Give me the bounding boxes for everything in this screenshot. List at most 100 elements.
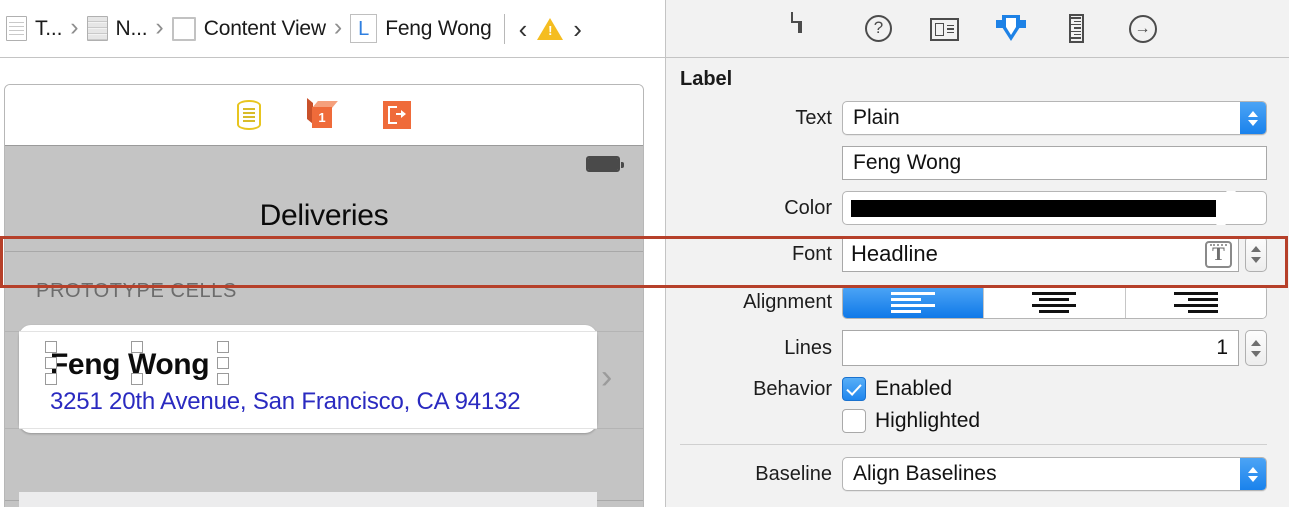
chevron-updown-icon[interactable] — [1216, 190, 1236, 225]
back-button[interactable]: ‹ — [515, 16, 532, 42]
view-square-icon — [171, 16, 196, 41]
row-color: Color — [666, 190, 1289, 225]
section-divider — [680, 444, 1267, 445]
selection-handle[interactable] — [217, 373, 229, 385]
align-left-icon — [891, 291, 936, 313]
first-responder-badge: 1 — [312, 107, 332, 128]
cell-title-label[interactable]: Feng Wong — [50, 348, 210, 382]
color-swatch[interactable] — [851, 199, 1216, 217]
battery-icon — [586, 156, 624, 172]
lines-label: Lines — [784, 336, 832, 359]
prototype-cell[interactable]: Feng Wong 3251 20th Avenue, San Francisc… — [19, 325, 597, 433]
text-type-value: Plain — [853, 106, 900, 129]
font-label: Font — [791, 242, 832, 265]
align-center-icon — [1032, 291, 1077, 313]
font-value: Headline — [851, 241, 938, 266]
breadcrumb-item-storyboard-file[interactable]: T... — [4, 16, 64, 41]
font-stepper[interactable] — [1245, 236, 1267, 272]
size-inspector-icon[interactable] — [1062, 13, 1092, 44]
font-input[interactable]: Headline T — [842, 236, 1239, 272]
align-left-segment[interactable] — [843, 286, 985, 318]
attributes-inspector-panel: Label Text Plain Feng Wong Color Font He… — [666, 58, 1289, 507]
enabled-checkbox[interactable] — [842, 377, 866, 401]
text-label: Text — [795, 106, 832, 129]
color-well[interactable] — [842, 190, 1267, 225]
breadcrumb-label: N... — [115, 16, 148, 40]
row-behavior-enabled: Behavior Enabled — [666, 377, 1289, 401]
breadcrumb-separator: › — [155, 13, 164, 41]
breadcrumb-separator: › — [70, 13, 79, 41]
identity-inspector-icon[interactable] — [930, 14, 960, 44]
scene-container: 1 Deliveries PROTOTYPE CELLS Feng Wong 3… — [4, 84, 644, 507]
navigation-bar[interactable]: Deliveries — [5, 180, 643, 252]
warning-triangle-icon[interactable] — [537, 17, 564, 40]
behavior-label: Behavior — [753, 377, 832, 400]
lines-input[interactable]: 1 — [842, 330, 1239, 366]
text-value-input[interactable]: Feng Wong — [842, 146, 1267, 180]
view-controller-icon[interactable] — [237, 100, 261, 130]
row-font: Font Headline T — [666, 236, 1289, 272]
chevron-updown-icon[interactable] — [1240, 102, 1266, 134]
cell-bottom-edge — [19, 492, 597, 507]
attributes-inspector-icon[interactable] — [995, 14, 1026, 44]
baseline-popup[interactable]: Align Baselines — [842, 457, 1267, 491]
disclosure-chevron-icon[interactable]: › — [601, 360, 612, 394]
baseline-label: Baseline — [755, 462, 832, 485]
row-alignment: Alignment — [666, 285, 1289, 319]
label-badge-icon: L — [350, 14, 378, 43]
cell-content: Feng Wong 3251 20th Avenue, San Francisc… — [19, 331, 597, 429]
alignment-label: Alignment — [743, 290, 832, 313]
breadcrumb-item-label[interactable]: L Feng Wong — [348, 14, 493, 43]
row-text: Text Plain — [666, 101, 1289, 135]
highlighted-checkbox-row[interactable]: Highlighted — [842, 409, 1267, 433]
align-right-icon — [1173, 291, 1218, 313]
row-text-value: Feng Wong — [666, 146, 1289, 180]
exit-icon[interactable] — [383, 101, 411, 129]
storyboard-icon — [86, 16, 108, 41]
connections-inspector-icon[interactable]: → — [1128, 14, 1158, 44]
breadcrumb-label: T... — [35, 16, 63, 40]
quick-help-inspector-icon[interactable]: ? — [864, 14, 894, 44]
storyboard-canvas[interactable]: 1 Deliveries PROTOTYPE CELLS Feng Wong 3… — [0, 58, 666, 507]
selection-handle[interactable] — [217, 341, 229, 353]
jump-bar-divider — [503, 13, 505, 44]
align-right-segment[interactable] — [1125, 286, 1266, 318]
question-mark-glyph: ? — [865, 14, 892, 42]
chevron-updown-icon[interactable] — [1240, 458, 1266, 490]
text-value: Feng Wong — [853, 151, 962, 174]
cell-subtitle-label[interactable]: 3251 20th Avenue, San Francisco, CA 9413… — [50, 388, 521, 416]
inspector-section-title: Label — [680, 68, 733, 90]
breadcrumb-separator: › — [333, 13, 343, 41]
highlighted-checkbox[interactable] — [842, 409, 866, 433]
row-behavior-highlighted: Highlighted — [666, 409, 1289, 433]
text-type-popup[interactable]: Plain — [842, 101, 1267, 135]
jump-bar: T... › N... › Content View › L Feng Wong… — [0, 0, 1289, 58]
nav-bar-title: Deliveries — [259, 198, 389, 232]
selection-handle[interactable] — [217, 357, 229, 369]
color-label: Color — [784, 196, 832, 219]
inspector-toolbar: ? → — [666, 0, 1289, 57]
align-center-segment[interactable] — [984, 286, 1126, 318]
forward-button[interactable]: › — [569, 16, 586, 42]
enabled-label: Enabled — [875, 377, 953, 400]
lines-value: 1 — [1216, 336, 1228, 359]
section-header: PROTOTYPE CELLS — [36, 280, 237, 302]
breadcrumb-label: Content View — [203, 16, 326, 40]
document-lines-icon — [6, 16, 27, 41]
breadcrumb-item-scene[interactable]: N... — [85, 16, 150, 41]
enabled-checkbox-row[interactable]: Enabled — [842, 377, 1267, 401]
lines-stepper[interactable] — [1245, 330, 1267, 366]
alignment-segmented-control[interactable] — [842, 285, 1267, 319]
breadcrumb-label: Feng Wong — [385, 16, 492, 40]
highlighted-label: Highlighted — [875, 409, 981, 432]
arrow-right-glyph: → — [1128, 14, 1157, 43]
first-responder-icon[interactable]: 1 — [307, 97, 338, 130]
row-lines: Lines 1 — [666, 330, 1289, 366]
row-baseline: Baseline Align Baselines — [666, 457, 1289, 491]
file-inspector-icon[interactable] — [797, 11, 828, 44]
font-panel-icon[interactable]: T — [1205, 241, 1232, 268]
status-bar — [5, 146, 643, 180]
simulated-device: Deliveries PROTOTYPE CELLS Feng Wong 325… — [5, 146, 643, 507]
breadcrumb-item-content-view[interactable]: Content View — [170, 16, 328, 41]
breadcrumb: T... › N... › Content View › L Feng Wong… — [0, 0, 666, 57]
